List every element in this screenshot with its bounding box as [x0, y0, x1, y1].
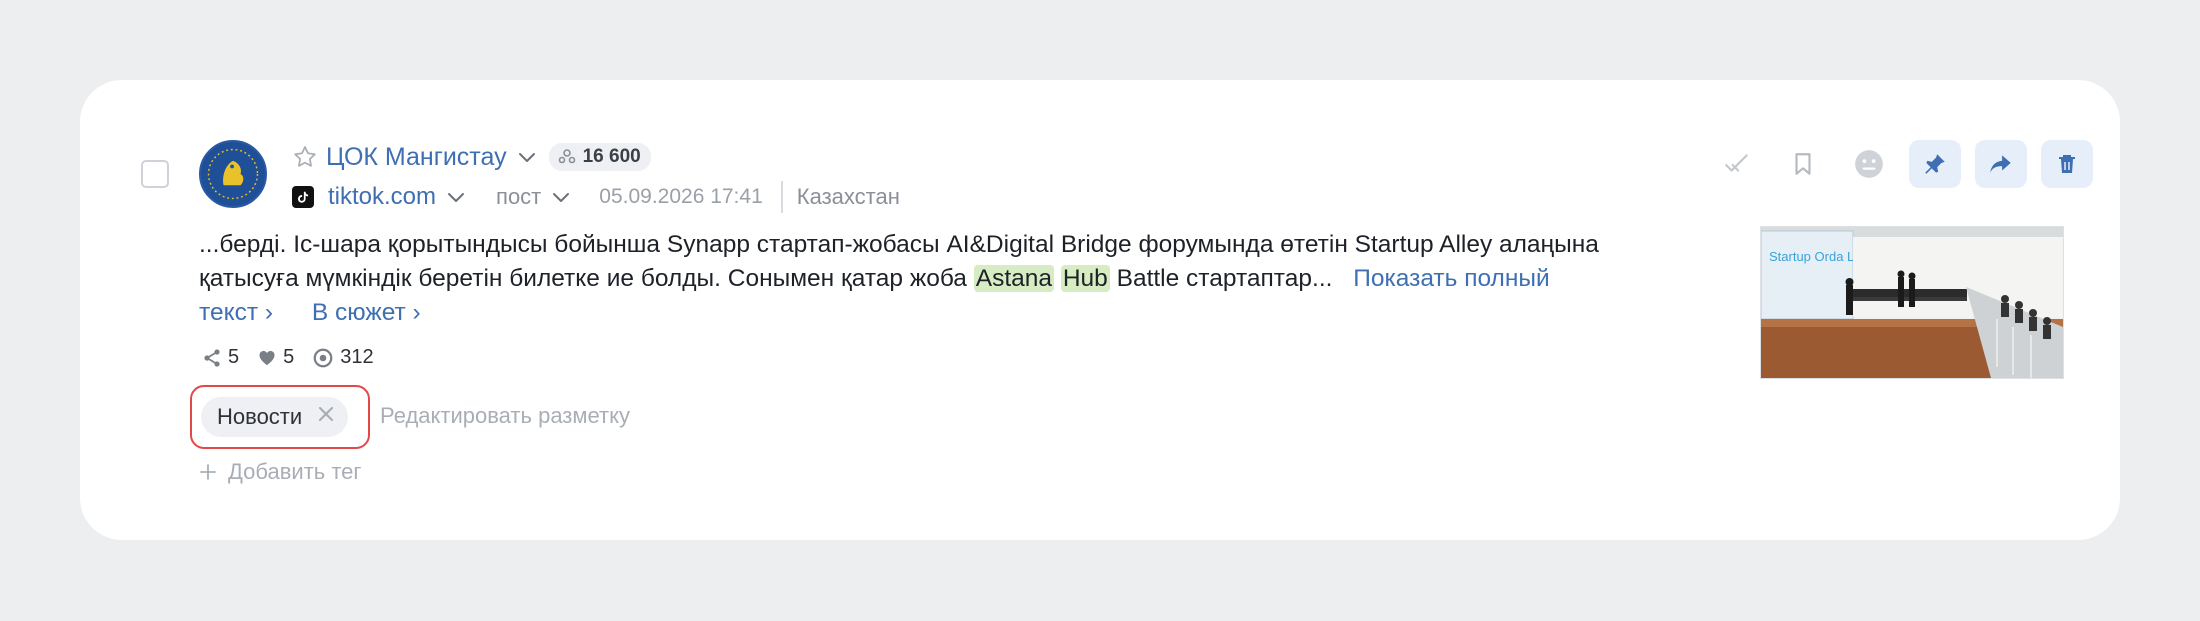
pin-button[interactable]: [1909, 140, 1961, 188]
views-count: 312: [340, 346, 374, 368]
heart-icon: [259, 350, 275, 365]
to-story-link[interactable]: В сюжет ›: [312, 299, 421, 326]
plus-icon: [200, 464, 216, 480]
star-icon[interactable]: [292, 144, 318, 170]
avatar: [199, 140, 267, 208]
add-tag-label: Добавить тег: [228, 459, 362, 484]
highlight-keyword: Hub: [1060, 265, 1110, 292]
forward-button[interactable]: [1975, 140, 2027, 188]
highlight-keyword: Astana: [973, 265, 1055, 292]
tag-chip[interactable]: Новости: [201, 397, 349, 437]
chevron-down-icon[interactable]: [515, 145, 539, 169]
check-icon: [1725, 154, 1748, 172]
sentiment-neutral-icon: [1855, 150, 1883, 178]
likes-stat: 5: [257, 346, 294, 369]
share-icon: [204, 348, 220, 367]
edit-markup-link[interactable]: Редактировать разметку: [380, 403, 630, 429]
trash-icon: [2059, 155, 2075, 173]
reposts-count: 5: [228, 346, 240, 368]
audience-icon: [557, 147, 577, 167]
thumbnail-image: Startup Orda Lab: [1761, 227, 2063, 378]
forward-icon: [1990, 155, 2011, 173]
source-row: ЦОК Мангистау 16 600: [292, 140, 651, 174]
domain-link[interactable]: tiktok.com: [328, 183, 436, 211]
post-text: ...берді. Іс-шара қорытындысы бойынша Sy…: [199, 228, 1599, 330]
audience-count: 16 600: [582, 146, 641, 167]
post-country: Казахстан: [796, 184, 900, 209]
meta-row: tiktok.com пост 05.09.2026 17:41 Казахст…: [292, 180, 900, 214]
mark-read-button[interactable]: [1711, 140, 1763, 188]
reposts-stat: 5: [202, 346, 239, 369]
views-stat: 312: [312, 346, 374, 369]
divider: [780, 181, 783, 213]
pin-icon: [1925, 154, 1945, 174]
add-tag-button[interactable]: Добавить тег: [198, 459, 361, 485]
source-name-link[interactable]: ЦОК Мангистау: [326, 143, 507, 172]
chevron-down-icon[interactable]: [549, 185, 573, 209]
bookmark-button[interactable]: [1777, 140, 1829, 188]
post-text-part: Battle стартаптар...: [1109, 265, 1333, 292]
eye-icon: [313, 348, 333, 367]
likes-count: 5: [283, 346, 295, 368]
bookmark-icon: [1795, 153, 1811, 175]
tag-label: Новости: [217, 404, 303, 429]
to-story-label: В сюжет: [311, 299, 406, 326]
post-actions: [1711, 140, 2093, 188]
tiktok-icon: [292, 186, 314, 208]
delete-button[interactable]: [2041, 140, 2093, 188]
sentiment-button[interactable]: [1843, 140, 1895, 188]
select-checkbox[interactable]: [141, 160, 169, 188]
audience-badge: 16 600: [548, 143, 651, 171]
avatar-emblem: [203, 144, 263, 204]
post-stats: 5 5 312: [202, 346, 392, 369]
close-icon[interactable]: [316, 404, 336, 430]
post-thumbnail[interactable]: Startup Orda Lab: [1760, 226, 2064, 379]
post-type-dropdown[interactable]: пост: [496, 184, 541, 210]
chevron-down-icon[interactable]: [444, 185, 468, 209]
post-datetime: 05.09.2026 17:41: [599, 185, 763, 208]
